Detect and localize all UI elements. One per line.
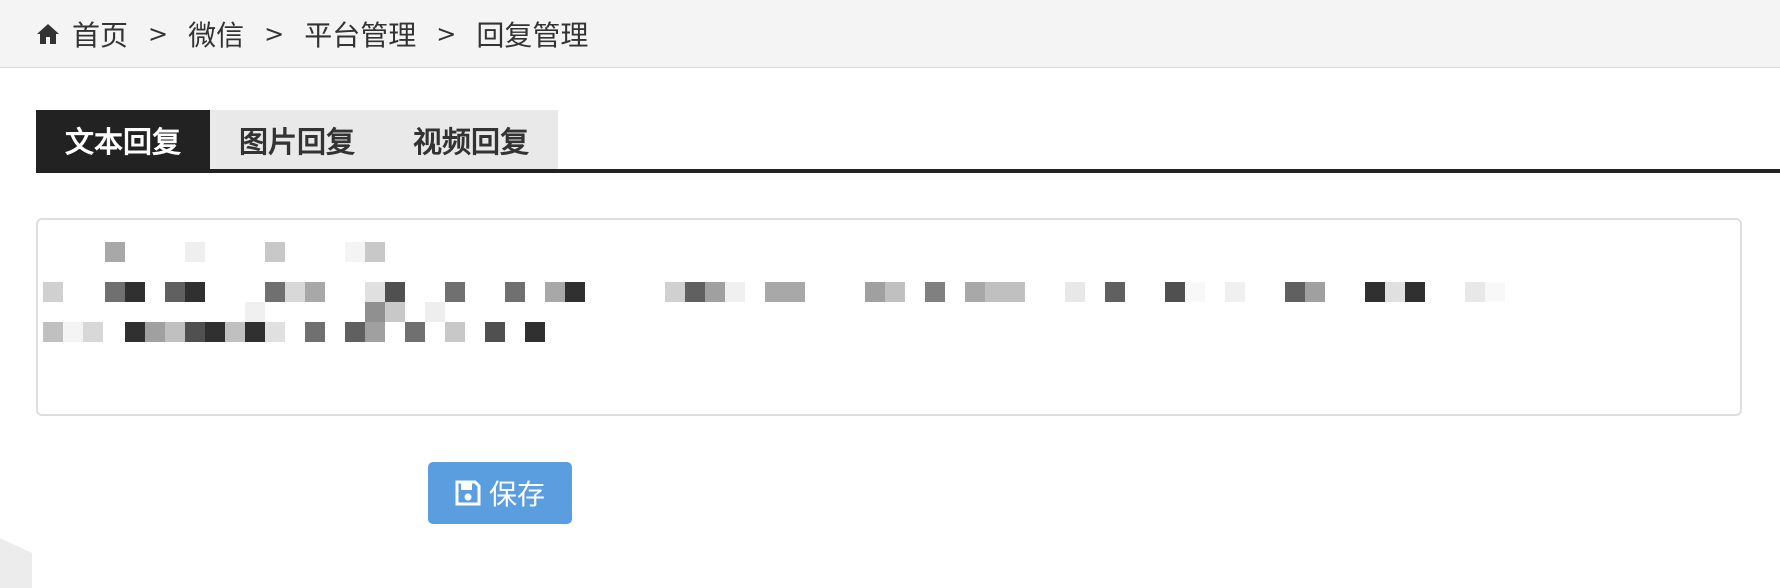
reply-text-area[interactable] <box>36 218 1742 416</box>
reply-tabs: 文本回复 图片回复 视频回复 <box>36 110 559 170</box>
home-icon[interactable] <box>36 23 60 45</box>
floppy-disk-icon <box>455 480 481 506</box>
save-button-label: 保存 <box>488 478 545 511</box>
breadcrumb-separator: > <box>436 19 457 48</box>
tab-underline <box>36 169 1780 173</box>
tab-text-reply[interactable]: 文本回复 <box>36 110 211 170</box>
breadcrumb-item-reply: 回复管理 <box>476 18 589 52</box>
breadcrumb-separator: > <box>148 19 169 48</box>
tab-video-reply[interactable]: 视频回复 <box>384 110 559 170</box>
save-button[interactable]: 保存 <box>428 462 572 524</box>
decorative-corner <box>0 538 32 588</box>
obscured-content <box>43 242 1505 342</box>
tab-image-reply[interactable]: 图片回复 <box>210 110 385 170</box>
breadcrumb-separator: > <box>264 19 285 48</box>
breadcrumb: 首页 > 微信 > 平台管理 > 回复管理 <box>0 0 1780 68</box>
breadcrumb-item-platform[interactable]: 平台管理 <box>304 14 416 54</box>
breadcrumb-item-home[interactable]: 首页 <box>72 14 128 54</box>
breadcrumb-item-wechat[interactable]: 微信 <box>188 14 244 54</box>
